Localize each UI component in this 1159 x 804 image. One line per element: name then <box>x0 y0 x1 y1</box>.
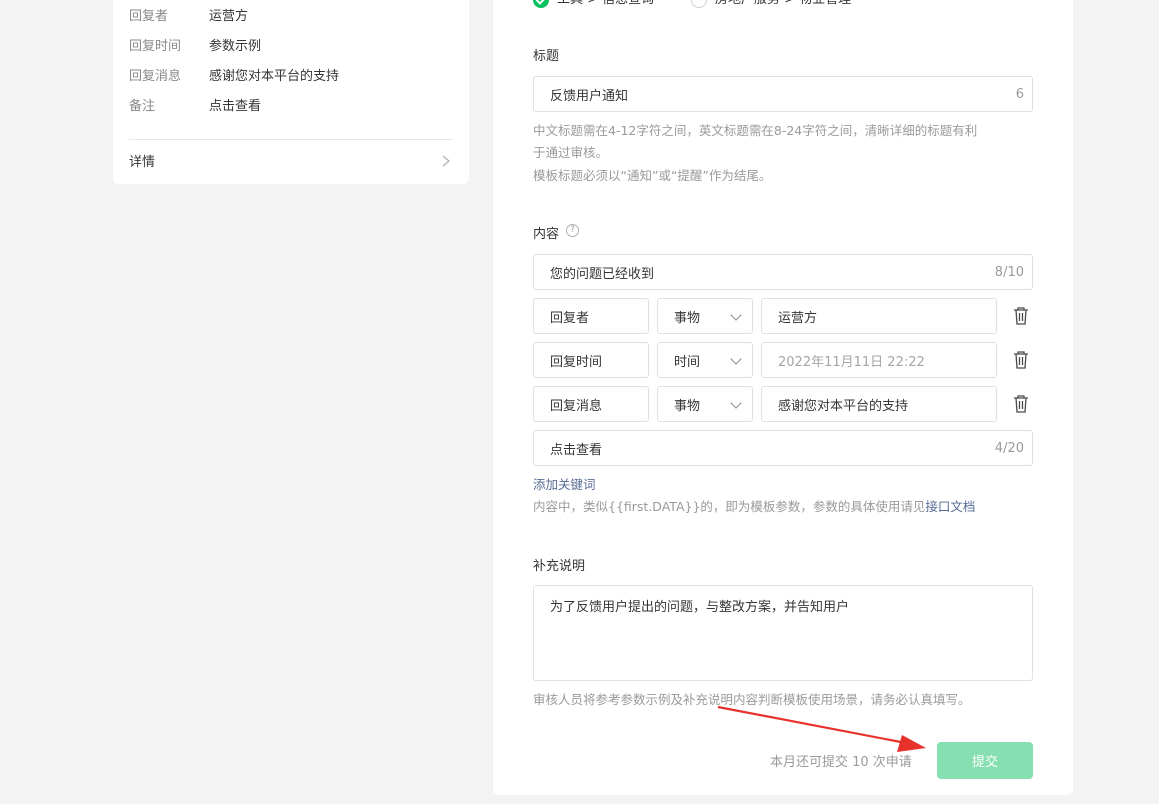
content-first-input[interactable]: 您的问题已经收到 8/10 <box>533 254 1033 290</box>
add-keyword-link[interactable]: 添加关键词 <box>533 474 596 496</box>
chevron-right-icon <box>442 155 451 167</box>
preview-key: 备注 <box>129 99 156 114</box>
title-hint-2: 于通过审核。 <box>533 145 609 160</box>
preview-details-link[interactable]: 详情 <box>129 151 453 173</box>
keyword-example-value: 感谢您对本平台的支持 <box>778 398 909 414</box>
keyword-type-select[interactable]: 事物 <box>657 386 753 422</box>
preview-value: 感谢您对本平台的支持 <box>209 69 340 84</box>
content-remark-value: 点击查看 <box>550 442 603 458</box>
keyword-type-select[interactable]: 事物 <box>657 298 753 334</box>
keyword-example-input[interactable]: 运营方 <box>761 298 997 334</box>
preview-key: 回复消息 <box>129 69 182 84</box>
keyword-name-value: 回复者 <box>550 310 590 326</box>
keyword-name-input[interactable]: 回复时间 <box>533 342 649 378</box>
keyword-name-input[interactable]: 回复者 <box>533 298 649 334</box>
keyword-type-value: 时间 <box>674 354 701 370</box>
keyword-name-value: 回复消息 <box>550 398 603 414</box>
supplement-hint: 审核人员将参考参数示例及补充说明内容判断模板使用场景，请务必认真填写。 <box>533 692 971 707</box>
category-option-label: 工具 > 信息查询 <box>557 0 654 8</box>
trash-icon[interactable] <box>1012 350 1030 370</box>
preview-divider <box>129 139 453 140</box>
keyword-example-value: 运营方 <box>778 310 818 326</box>
preview-key: 回复者 <box>129 9 169 24</box>
title-label: 标题 <box>533 49 560 64</box>
radio-unchecked-icon <box>691 0 707 8</box>
title-hint-3: 模板标题必须以“通知”或“提醒”作为结尾。 <box>533 168 772 183</box>
preview-value: 点击查看 <box>209 99 262 114</box>
preview-value: 运营方 <box>209 9 249 24</box>
help-circle-icon[interactable]: ? <box>566 224 579 237</box>
keyword-name-value: 回复时间 <box>550 354 603 370</box>
content-first-counter: 8/10 <box>994 264 1024 280</box>
trash-icon[interactable] <box>1012 306 1030 326</box>
submit-quota-text: 本月还可提交 10 次申请 <box>770 755 912 770</box>
trash-icon[interactable] <box>1012 394 1030 414</box>
preview-value: 参数示例 <box>209 39 262 54</box>
title-hint-1: 中文标题需在4-12字符之间，英文标题需在8-24字符之间，清晰详细的标题有利 <box>533 123 978 138</box>
chevron-down-icon <box>730 353 742 365</box>
template-form-card: 工具 > 信息查询 房地产服务 > 物业管理 标题 反馈用户通知 6 中文标题需… <box>493 0 1073 795</box>
supplement-label: 补充说明 <box>533 559 586 574</box>
radio-checked-icon <box>533 0 549 8</box>
title-char-counter: 6 <box>1015 86 1024 102</box>
keyword-example-input[interactable]: 感谢您对本平台的支持 <box>761 386 997 422</box>
api-docs-link[interactable]: 接口文档 <box>925 499 975 514</box>
keyword-example-input[interactable]: 2022年11月11日 22:22 <box>761 342 997 378</box>
keyword-type-select[interactable]: 时间 <box>657 342 753 378</box>
title-input[interactable]: 反馈用户通知 6 <box>533 76 1033 112</box>
supplement-textarea[interactable]: 为了反馈用户提出的问题，与整改方案，并告知用户 <box>533 585 1033 681</box>
template-preview-card: 回复者 运营方 回复时间 参数示例 回复消息 感谢您对本平台的支持 备注 点击查… <box>113 0 469 184</box>
content-label: 内容 <box>533 227 560 242</box>
title-input-value: 反馈用户通知 <box>550 88 629 104</box>
supplement-value: 为了反馈用户提出的问题，与整改方案，并告知用户 <box>550 600 850 615</box>
content-hint: 内容中，类似{{first.DATA}}的，即为模板参数，参数的具体使用请见接口… <box>533 496 975 518</box>
content-remark-input[interactable]: 点击查看 4/20 <box>533 430 1033 466</box>
content-remark-counter: 4/20 <box>994 440 1024 456</box>
category-option-property[interactable]: 房地产服务 > 物业管理 <box>691 0 891 8</box>
keyword-example-placeholder: 2022年11月11日 22:22 <box>778 354 925 370</box>
keyword-type-value: 事物 <box>674 398 701 414</box>
category-option-tools[interactable]: 工具 > 信息查询 <box>533 0 683 8</box>
content-hint-text: 内容中，类似{{first.DATA}}的，即为模板参数，参数的具体使用请见 <box>533 499 926 514</box>
details-label: 详情 <box>129 155 156 170</box>
category-option-label: 房地产服务 > 物业管理 <box>715 0 851 8</box>
content-first-value: 您的问题已经收到 <box>550 266 655 282</box>
chevron-down-icon <box>730 309 742 321</box>
chevron-down-icon <box>730 397 742 409</box>
keyword-type-value: 事物 <box>674 310 701 326</box>
preview-key: 回复时间 <box>129 39 182 54</box>
submit-button[interactable]: 提交 <box>937 742 1033 779</box>
keyword-name-input[interactable]: 回复消息 <box>533 386 649 422</box>
